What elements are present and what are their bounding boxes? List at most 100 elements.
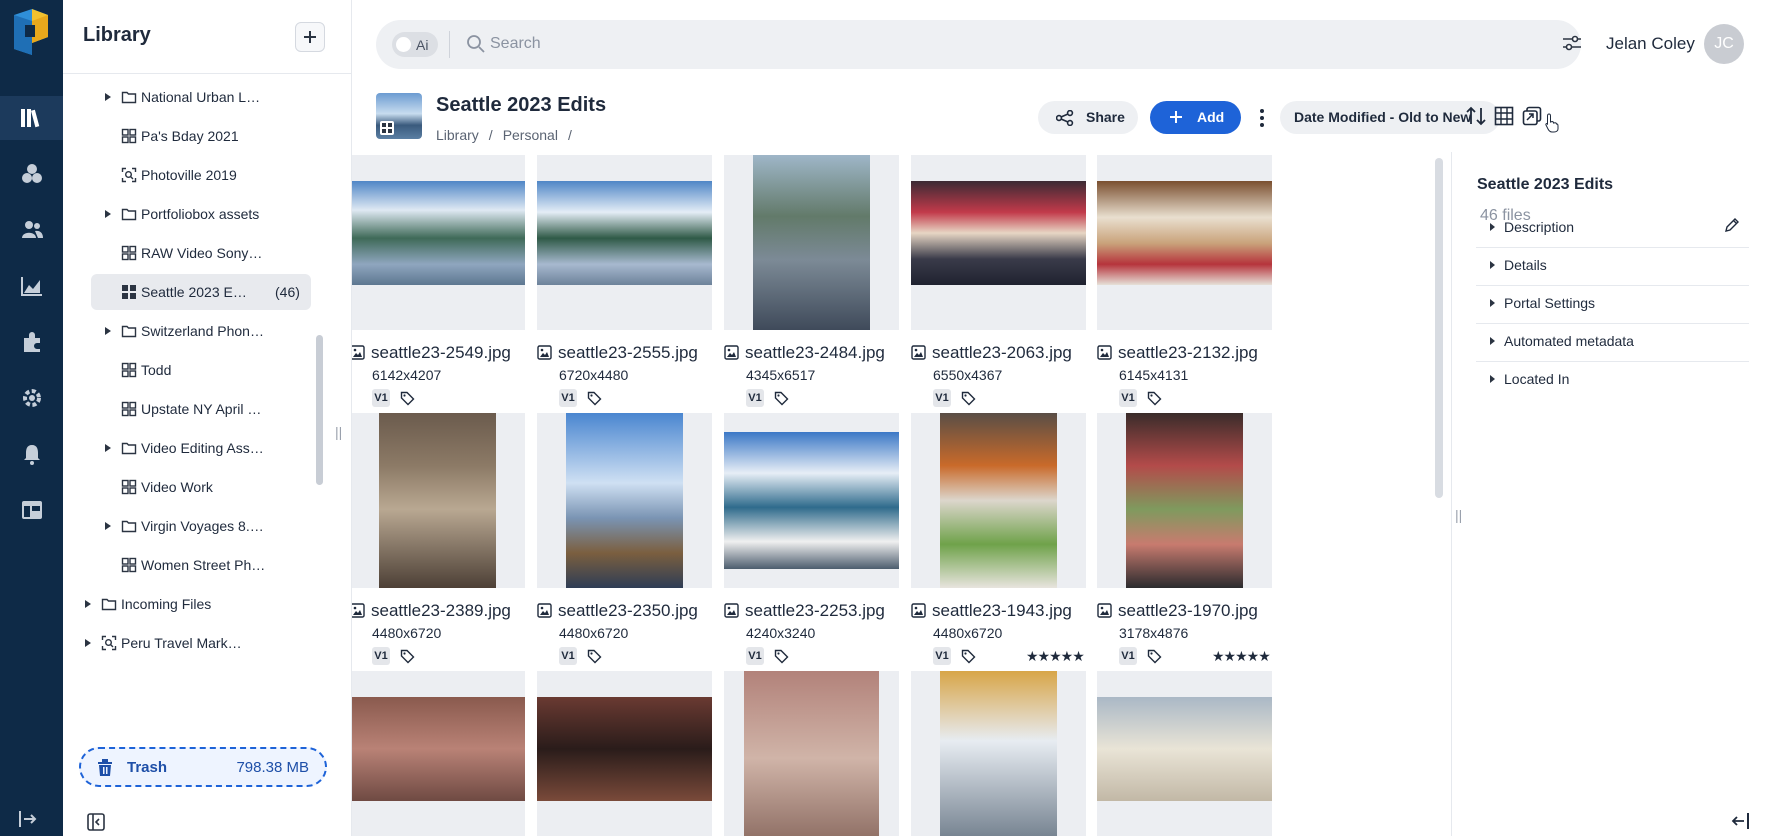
section-located-in[interactable]: Located In	[1476, 357, 1749, 400]
grid-scrollbar[interactable]	[1435, 158, 1443, 498]
version-badge[interactable]: V1	[372, 389, 390, 407]
file-thumbnail[interactable]	[352, 155, 525, 330]
file-name[interactable]: seattle23-2063.jpg	[911, 343, 1072, 363]
file-name[interactable]: seattle23-2549.jpg	[352, 343, 511, 363]
file-card[interactable]: seattle23-2253.jpg 4240x3240 V1	[724, 413, 899, 673]
sidebar-item[interactable]: Portfoliobox assets	[91, 196, 311, 232]
file-card[interactable]	[352, 671, 525, 836]
version-badge[interactable]: V1	[933, 647, 951, 665]
file-card[interactable]	[1097, 671, 1272, 836]
expand-caret-icon[interactable]	[105, 522, 111, 530]
expand-panel-icon[interactable]	[1730, 812, 1750, 830]
section-automated-metadata[interactable]: Automated metadata	[1476, 319, 1749, 362]
edit-pencil-icon[interactable]	[1724, 217, 1740, 233]
users-icon[interactable]	[0, 208, 63, 252]
sidebar-item[interactable]: Women Street Photo...	[91, 547, 311, 583]
expand-caret-icon[interactable]	[105, 444, 111, 452]
file-thumbnail[interactable]	[724, 671, 899, 836]
version-badge[interactable]: V1	[746, 389, 764, 407]
file-name[interactable]: seattle23-2132.jpg	[1097, 343, 1258, 363]
sidebar-item[interactable]: RAW Video Sony Ma...	[91, 235, 311, 271]
sidebar-item[interactable]: Pa's Bday 2021	[91, 118, 311, 154]
sidebar-item[interactable]: Switzerland Phone ...	[91, 313, 311, 349]
add-button[interactable]: Add	[1150, 101, 1241, 134]
version-badge[interactable]: V1	[1119, 647, 1137, 665]
filter-sliders-icon[interactable]	[1562, 34, 1582, 52]
sidebar-item[interactable]: Upstate NY April 2023	[91, 391, 311, 427]
grid-view-icon[interactable]	[1494, 106, 1514, 126]
version-badge[interactable]: V1	[746, 647, 764, 665]
sidebar-item[interactable]: Video Work	[91, 469, 311, 505]
search-input[interactable]	[490, 32, 1390, 56]
portals-icon[interactable]	[0, 488, 63, 532]
sidebar-item[interactable]: Virgin Voyages 8.29...	[91, 508, 311, 544]
file-thumbnail[interactable]	[537, 155, 712, 330]
file-thumbnail[interactable]	[352, 671, 525, 836]
file-card[interactable]: seattle23-2484.jpg 4345x6517 V1	[724, 155, 899, 415]
sidebar-scrollbar[interactable]	[316, 335, 323, 485]
file-card[interactable]: seattle23-2549.jpg 6142x4207 V1	[352, 155, 525, 415]
tag-icon[interactable]	[587, 649, 602, 664]
sidebar-item[interactable]: Video Editing Assets	[91, 430, 311, 466]
file-card[interactable]: seattle23-2389.jpg 4480x6720 V1	[352, 413, 525, 673]
file-name[interactable]: seattle23-2389.jpg	[352, 601, 511, 621]
more-options-icon[interactable]	[1252, 105, 1272, 131]
tag-icon[interactable]	[400, 391, 415, 406]
star-rating[interactable]: ★★★★★	[1026, 648, 1086, 665]
version-badge[interactable]: V1	[559, 647, 577, 665]
version-badge[interactable]: V1	[559, 389, 577, 407]
collapse-sidebar-icon[interactable]	[87, 813, 105, 836]
file-card[interactable]: seattle23-2350.jpg 4480x6720 V1	[537, 413, 712, 673]
file-card[interactable]	[911, 671, 1086, 836]
breadcrumb-personal[interactable]: Personal	[503, 127, 558, 143]
section-details[interactable]: Details	[1476, 243, 1749, 286]
sidebar-item[interactable]: Photoville 2019	[91, 157, 311, 193]
user-name[interactable]: Jelan Coley	[1606, 34, 1695, 54]
file-name[interactable]: seattle23-1970.jpg	[1097, 601, 1258, 621]
tag-icon[interactable]	[774, 649, 789, 664]
sidebar-item[interactable]: National Urban Lea...	[91, 79, 311, 115]
version-badge[interactable]: V1	[933, 389, 951, 407]
file-name[interactable]: seattle23-2253.jpg	[724, 601, 885, 621]
sidebar-item[interactable]: Seattle 2023 Edits (46)	[91, 274, 311, 310]
sort-direction-icon[interactable]	[1466, 106, 1486, 126]
sidebar-item[interactable]: Peru Travel Marketing	[71, 625, 311, 661]
file-thumbnail[interactable]	[537, 671, 712, 836]
file-thumbnail[interactable]	[1097, 155, 1272, 330]
file-thumbnail[interactable]	[724, 155, 899, 330]
file-name[interactable]: seattle23-1943.jpg	[911, 601, 1072, 621]
notifications-icon[interactable]	[0, 432, 63, 476]
tag-icon[interactable]	[1147, 649, 1162, 664]
file-name[interactable]: seattle23-2350.jpg	[537, 601, 698, 621]
ai-search-toggle[interactable]: Ai	[392, 32, 438, 57]
workflow-icon[interactable]	[0, 152, 63, 196]
tag-icon[interactable]	[587, 391, 602, 406]
toggle-details-panel-icon[interactable]	[1522, 106, 1542, 126]
file-card[interactable]	[724, 671, 899, 836]
share-button[interactable]: Share	[1038, 101, 1138, 134]
file-card[interactable]: seattle23-2132.jpg 6145x4131 V1	[1097, 155, 1272, 415]
tag-icon[interactable]	[1147, 391, 1162, 406]
file-thumbnail[interactable]	[537, 413, 712, 588]
file-card[interactable]: seattle23-1970.jpg 3178x4876 V1 ★★★★★	[1097, 413, 1272, 673]
tag-icon[interactable]	[774, 391, 789, 406]
sidebar-resize-handle[interactable]: ||	[335, 424, 342, 440]
expand-caret-icon[interactable]	[85, 600, 91, 608]
file-thumbnail[interactable]	[1097, 413, 1272, 588]
file-card[interactable]: seattle23-2555.jpg 6720x4480 V1	[537, 155, 712, 415]
file-name[interactable]: seattle23-2555.jpg	[537, 343, 698, 363]
file-card[interactable]: seattle23-2063.jpg 6550x4367 V1	[911, 155, 1086, 415]
version-badge[interactable]: V1	[1119, 389, 1137, 407]
file-thumbnail[interactable]	[724, 413, 899, 588]
section-portal-settings[interactable]: Portal Settings	[1476, 281, 1749, 324]
trash-button[interactable]: Trash 798.38 MB	[79, 747, 327, 787]
star-rating[interactable]: ★★★★★	[1212, 648, 1272, 665]
file-thumbnail[interactable]	[911, 155, 1086, 330]
file-card[interactable]: seattle23-1943.jpg 4480x6720 V1 ★★★★★	[911, 413, 1086, 673]
panel-resize-handle[interactable]: ||	[1455, 507, 1462, 523]
file-thumbnail[interactable]	[1097, 671, 1272, 836]
expand-caret-icon[interactable]	[105, 327, 111, 335]
expand-sidebar-icon[interactable]	[18, 810, 38, 828]
section-description[interactable]: Description	[1476, 205, 1749, 248]
tag-icon[interactable]	[961, 649, 976, 664]
